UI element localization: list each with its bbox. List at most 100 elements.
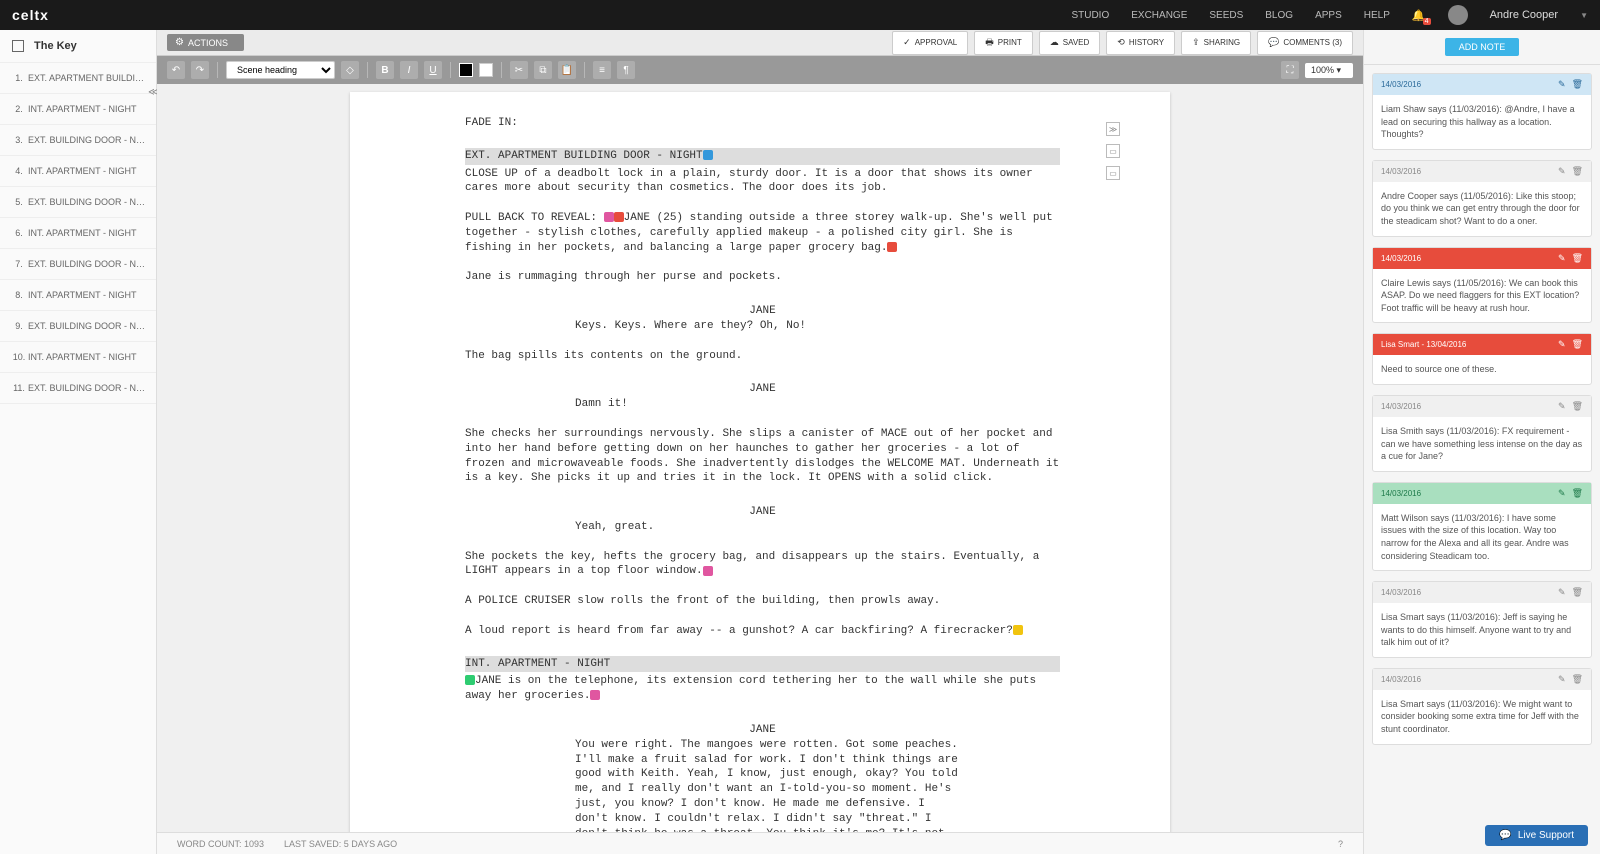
scene-list-item[interactable]: 11.EXT. BUILDING DOOR - NIGHT [0, 373, 156, 404]
delete-note-icon[interactable]: 🗑 [1572, 587, 1583, 598]
note-card[interactable]: 14/03/2016✎🗑Lisa Smart says (11/03/2016)… [1372, 668, 1592, 745]
scene-list-item[interactable]: 10.INT. APARTMENT - NIGHT [0, 342, 156, 373]
scene-list-item[interactable]: 3.EXT. BUILDING DOOR - NIGHT [0, 125, 156, 156]
note-card[interactable]: 14/03/2016✎🗑Matt Wilson says (11/03/2016… [1372, 482, 1592, 571]
sharing-button[interactable]: ⇪SHARING [1181, 31, 1251, 55]
delete-note-icon[interactable]: 🗑 [1572, 79, 1583, 90]
element-type-select[interactable]: Scene heading [226, 61, 335, 79]
help-icon[interactable]: ? [1338, 839, 1343, 849]
note-date: 14/03/2016 [1381, 588, 1421, 597]
nav-blog[interactable]: BLOG [1265, 10, 1293, 21]
scene-number: 5. [10, 197, 28, 207]
edit-note-icon[interactable]: ✎ [1558, 587, 1566, 598]
approval-button[interactable]: ✓APPROVAL [892, 31, 968, 55]
delete-note-icon[interactable]: 🗑 [1572, 488, 1583, 499]
character-name: JANE [465, 382, 1060, 397]
delete-note-icon[interactable]: 🗑 [1572, 253, 1583, 264]
nav-help[interactable]: HELP [1364, 10, 1390, 21]
edit-note-icon[interactable]: ✎ [1558, 253, 1566, 264]
note-marker-icon[interactable] [703, 566, 713, 576]
note-card[interactable]: 14/03/2016✎🗑Lisa Smart says (11/03/2016)… [1372, 581, 1592, 658]
notification-icon[interactable]: 🔔4 [1412, 9, 1426, 22]
nav-studio[interactable]: STUDIO [1071, 10, 1109, 21]
text-color-swatch[interactable] [459, 63, 473, 77]
nav-exchange[interactable]: EXCHANGE [1131, 10, 1187, 21]
delete-note-icon[interactable]: 🗑 [1572, 674, 1583, 685]
edit-note-icon[interactable]: ✎ [1558, 79, 1566, 90]
chevron-down-icon[interactable]: ▼ [1580, 11, 1588, 20]
avatar[interactable] [1448, 5, 1468, 25]
edit-note-icon[interactable]: ✎ [1558, 166, 1566, 177]
nav-apps[interactable]: APPS [1315, 10, 1342, 21]
nav-seeds[interactable]: SEEDS [1209, 10, 1243, 21]
scene-list-item[interactable]: 1.EXT. APARTMENT BUILDING DOOR - ... [0, 63, 156, 94]
live-support-widget[interactable]: 💬Live Support [1485, 825, 1588, 846]
paste-button[interactable]: 📋 [558, 61, 576, 79]
scene-list-item[interactable]: 9.EXT. BUILDING DOOR - NIGHT [0, 311, 156, 342]
scene-name: INT. APARTMENT - NIGHT [28, 290, 146, 300]
note-header: 14/03/2016✎🗑 [1373, 396, 1591, 417]
history-button[interactable]: ⟲HISTORY [1106, 31, 1175, 55]
note-card[interactable]: Lisa Smart - 13/04/2016✎🗑Need to source … [1372, 333, 1592, 385]
delete-note-icon[interactable]: 🗑 [1572, 339, 1583, 350]
project-title-row[interactable]: The Key [0, 30, 156, 63]
scene-list-item[interactable]: 4.INT. APARTMENT - NIGHT [0, 156, 156, 187]
edit-note-icon[interactable]: ✎ [1558, 339, 1566, 350]
scene-number: 6. [10, 228, 28, 238]
scene-name: INT. APARTMENT - NIGHT [28, 104, 146, 114]
underline-button[interactable]: U [424, 61, 442, 79]
expand-notes-icon[interactable]: ≫ [1106, 122, 1120, 136]
note-card[interactable]: 14/03/2016✎🗑Andre Cooper says (11/05/201… [1372, 160, 1592, 237]
scene-list-item[interactable]: 6.INT. APARTMENT - NIGHT [0, 218, 156, 249]
print-button[interactable]: 🖶PRINT [974, 31, 1033, 55]
copy-button[interactable]: ⧉ [534, 61, 552, 79]
delete-note-icon[interactable]: 🗑 [1572, 166, 1583, 177]
note-card[interactable]: 14/03/2016✎🗑Liam Shaw says (11/03/2016):… [1372, 73, 1592, 150]
bold-button[interactable]: B [376, 61, 394, 79]
delete-note-icon[interactable]: 🗑 [1572, 401, 1583, 412]
redo-button[interactable]: ↷ [191, 61, 209, 79]
note-card[interactable]: 14/03/2016✎🗑Lisa Smith says (11/03/2016)… [1372, 395, 1592, 472]
editor-scroll-area[interactable]: FADE IN: EXT. APARTMENT BUILDING DOOR - … [157, 84, 1363, 832]
note-marker-icon[interactable] [703, 150, 713, 160]
action-text: JANE is on the telephone, its extension … [465, 674, 1060, 704]
note-marker-icon[interactable] [465, 675, 475, 685]
scene-list-item[interactable]: 8.INT. APARTMENT - NIGHT [0, 280, 156, 311]
scene-number: 7. [10, 259, 28, 269]
note-marker-icon[interactable] [887, 242, 897, 252]
zoom-select[interactable]: 100% ▾ [1305, 63, 1353, 78]
comments-button[interactable]: 💬COMMENTS (3) [1257, 31, 1353, 55]
note-card[interactable]: 14/03/2016✎🗑Claire Lewis says (11/05/201… [1372, 247, 1592, 324]
script-page[interactable]: FADE IN: EXT. APARTMENT BUILDING DOOR - … [350, 92, 1170, 832]
scene-list-item[interactable]: 7.EXT. BUILDING DOOR - NIGHT [0, 249, 156, 280]
panel-toggle-icon[interactable]: ▭ [1106, 166, 1120, 180]
action-text: A POLICE CRUISER slow rolls the front of… [465, 594, 1060, 609]
undo-button[interactable]: ↶ [167, 61, 185, 79]
cut-button[interactable]: ✂ [510, 61, 528, 79]
scene-heading-2[interactable]: INT. APARTMENT - NIGHT [465, 656, 1060, 673]
note-marker-button[interactable]: ¶ [617, 61, 635, 79]
note-marker-icon[interactable] [604, 212, 614, 222]
dual-dialog-button[interactable]: ≡ [593, 61, 611, 79]
edit-note-icon[interactable]: ✎ [1558, 674, 1566, 685]
scene-list-item[interactable]: 2.INT. APARTMENT - NIGHT [0, 94, 156, 125]
saved-button[interactable]: ☁SAVED [1039, 31, 1101, 55]
user-name[interactable]: Andre Cooper [1490, 9, 1559, 21]
note-marker-icon[interactable] [590, 690, 600, 700]
italic-button[interactable]: I [400, 61, 418, 79]
edit-note-icon[interactable]: ✎ [1558, 401, 1566, 412]
scene-heading-1[interactable]: EXT. APARTMENT BUILDING DOOR - NIGHT [465, 148, 1060, 165]
note-marker-icon[interactable] [614, 212, 624, 222]
add-note-button[interactable]: ADD NOTE [1445, 38, 1520, 56]
panel-toggle-icon[interactable]: ▭ [1106, 144, 1120, 158]
note-marker-icon[interactable] [1013, 625, 1023, 635]
actions-menu-button[interactable]: ⚙ACTIONS▾ [167, 34, 244, 51]
logo: celtx [12, 7, 49, 23]
highlight-swatch[interactable] [479, 63, 493, 77]
project-title: The Key [34, 40, 77, 52]
scene-sidebar: The Key 1.EXT. APARTMENT BUILDING DOOR -… [0, 30, 157, 854]
edit-note-icon[interactable]: ✎ [1558, 488, 1566, 499]
scene-list-item[interactable]: 5.EXT. BUILDING DOOR - NIGHT [0, 187, 156, 218]
tag-button[interactable]: ◇ [341, 61, 359, 79]
fullscreen-button[interactable]: ⛶ [1281, 61, 1299, 79]
